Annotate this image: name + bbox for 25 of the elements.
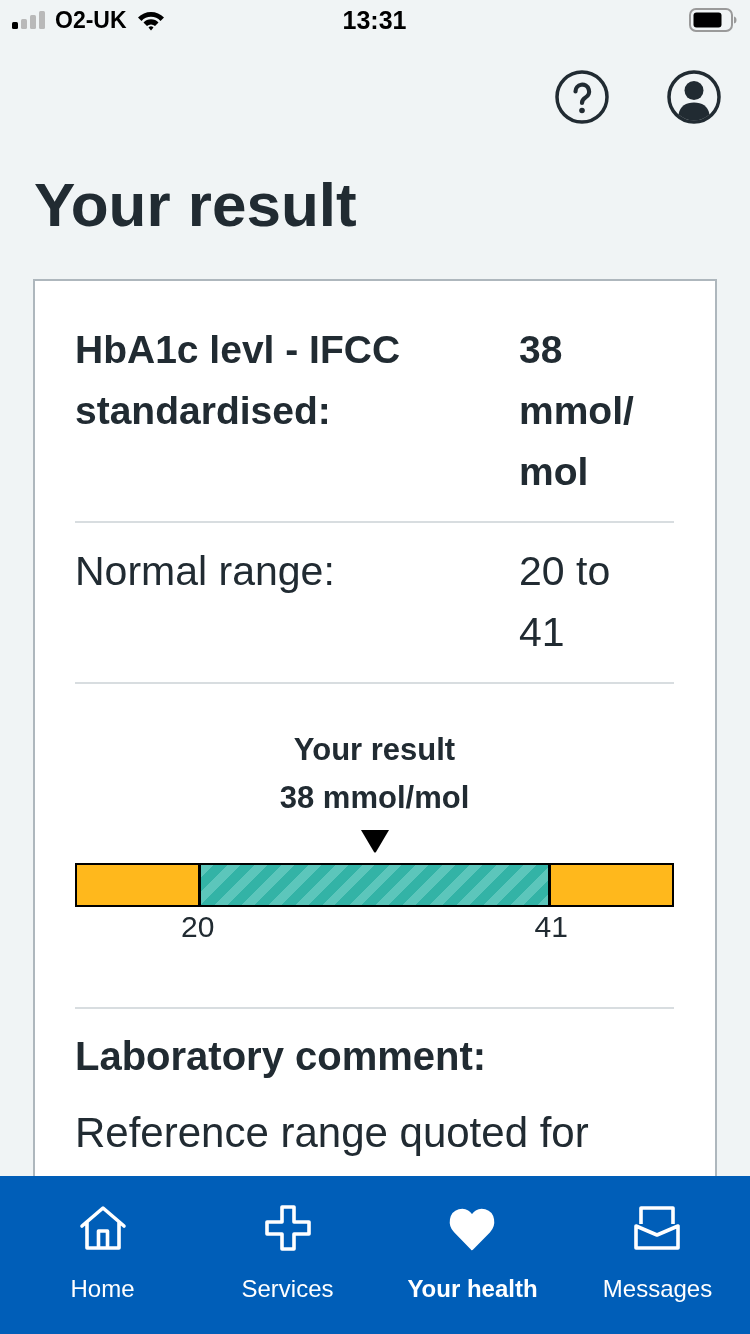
- tab-bar-item[interactable]: Home: [70, 1204, 135, 1304]
- tab-bar-item[interactable]: Services: [241, 1204, 334, 1304]
- home-icon: [78, 1204, 127, 1252]
- battery-icon: [689, 8, 737, 32]
- profile-icon[interactable]: [667, 70, 721, 124]
- result-value: 38 mmol/mol: [519, 327, 635, 495]
- wifi-icon: [135, 9, 166, 31]
- range-value: 20 to 41: [519, 547, 612, 657]
- tab-bar-item[interactable]: Your health: [407, 1204, 538, 1304]
- plus-icon: [263, 1204, 312, 1252]
- comment-text: Reference range quoted for: [75, 1108, 589, 1158]
- tick-label: 20: [181, 909, 215, 945]
- envelope-icon: [633, 1204, 682, 1252]
- comment-heading: Laboratory comment:: [75, 1033, 487, 1080]
- page-title: Your result: [34, 169, 357, 241]
- clock-time: 13:31: [342, 5, 407, 35]
- marker-title: Your result: [293, 731, 456, 769]
- tab-bar-item[interactable]: Messages: [602, 1204, 713, 1304]
- result-label: HbA1c levl - IFCC standardised:: [75, 327, 402, 434]
- marker-reading: 38 mmol/mol: [279, 779, 470, 817]
- signal-icon: [12, 11, 45, 29]
- range-label: Normal range:: [75, 547, 335, 596]
- carrier-name: O2-UK: [55, 6, 127, 34]
- tick-label: 41: [534, 909, 568, 945]
- help-icon[interactable]: [555, 70, 609, 124]
